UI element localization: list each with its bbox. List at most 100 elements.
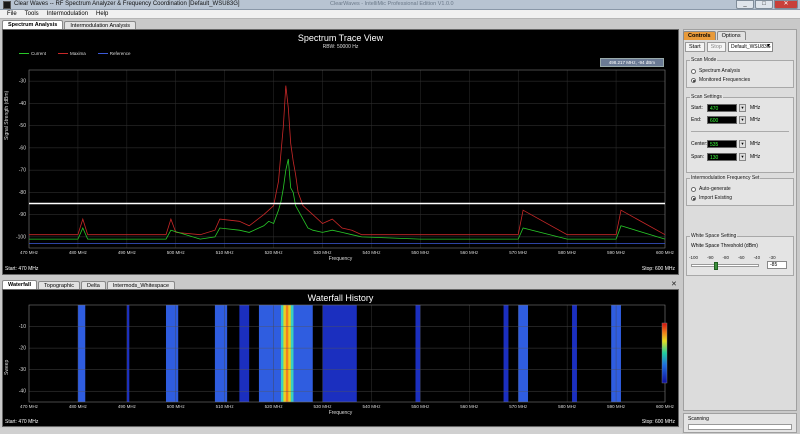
chevron-down-icon[interactable]: ▼ <box>739 140 746 148</box>
maximize-button[interactable]: □ <box>755 0 773 9</box>
series-maxima-line <box>29 85 666 236</box>
close-button[interactable]: ✕ <box>774 0 798 9</box>
waterfall-band <box>288 305 292 402</box>
y-tick-label: -10 <box>19 324 26 330</box>
menu-intermodulation[interactable]: Intermodulation <box>43 10 92 18</box>
close-panel-icon[interactable]: ✕ <box>671 280 677 288</box>
scanning-progress-bar <box>688 424 792 430</box>
radio-auto-generate-label: Auto-generate <box>699 186 731 192</box>
radio-monitored-frequencies[interactable]: Monitored Frequencies <box>691 77 750 83</box>
tab-intermods-whitespace[interactable]: Intermods_Whitespace <box>106 281 176 289</box>
white-space-scale: -100 -90 -80 -60 -40 -30 <box>689 255 776 260</box>
app-icon <box>3 1 11 9</box>
menu-tools[interactable]: Tools <box>21 10 43 18</box>
radio-spectrum-analysis-label: Spectrum Analysis <box>699 68 741 74</box>
chevron-down-icon[interactable]: ▼ <box>739 104 746 112</box>
end-freq-input[interactable]: 600 <box>707 116 737 124</box>
radio-import-existing[interactable]: Import Existing <box>691 195 732 201</box>
x-tick-label: 570 MHz <box>509 404 528 409</box>
main-tabstrip: Spectrum Analysis Intermodulation Analys… <box>2 19 137 29</box>
white-space-value-input[interactable]: -85 <box>767 261 787 269</box>
tab-delta[interactable]: Delta <box>81 281 106 289</box>
spectrum-plot[interactable]: -30 -40 -50 -60 -70 -80 -90 -100 470 MHz 480 MHz 4… <box>3 30 678 274</box>
y-tick-label: -30 <box>19 367 26 373</box>
divider <box>691 131 789 132</box>
minimize-button[interactable]: _ <box>736 0 754 9</box>
scale-tick: -30 <box>769 255 776 260</box>
scan-control-row: Start Stop Default_WSU83G ▼ <box>685 42 773 52</box>
waterfall-band <box>415 305 421 402</box>
scale-tick: -40 <box>753 255 761 260</box>
slider-handle[interactable] <box>714 262 718 270</box>
white-space-group: White Space Setting White Space Threshol… <box>686 233 794 276</box>
white-space-threshold-label: White Space Threshold (dBm) <box>691 243 758 249</box>
series-current-line <box>29 158 666 240</box>
y-tick-label: -40 <box>19 389 26 395</box>
center-freq-label: Center: <box>691 141 708 147</box>
start-freq-input[interactable]: 470 <box>707 104 737 112</box>
radio-auto-generate[interactable]: Auto-generate <box>691 186 731 192</box>
radio-icon <box>691 186 696 192</box>
start-freq-unit: MHz <box>750 105 761 111</box>
x-tick-label: 520 MHz <box>265 404 284 409</box>
span-input[interactable]: 130 <box>707 153 737 161</box>
tab-controls[interactable]: Controls <box>683 31 716 40</box>
chevron-down-icon[interactable]: ▼ <box>739 153 746 161</box>
tab-options[interactable]: Options <box>716 31 746 40</box>
waterfall-band <box>280 305 284 402</box>
window-subtitle: ClearWaves - IntelliMic Professional Edi… <box>330 1 454 7</box>
x-tick-label: 580 MHz <box>558 404 577 409</box>
x-tick-label: 600 MHz <box>656 250 675 255</box>
waterfall-stop: Stop: 600 MHz <box>641 419 675 425</box>
scan-mode-title: Scan Mode <box>690 57 718 63</box>
x-tick-label: 540 MHz <box>362 404 381 409</box>
menu-file[interactable]: File <box>3 10 21 18</box>
waterfall-plot[interactable]: -40 -30 -20 -10 470 MHz 480 MHz 490 MHz 500 MHz… <box>3 290 678 426</box>
x-tick-label: 580 MHz <box>558 250 577 255</box>
center-freq-input[interactable]: 535 <box>707 140 737 148</box>
chevron-down-icon[interactable]: ▼ <box>739 116 746 124</box>
y-tick-label: -40 <box>19 101 26 107</box>
end-freq-unit: MHz <box>750 117 761 123</box>
span-field: Span: 130 ▼ MHz <box>691 153 760 161</box>
scanning-label: Scanning <box>688 416 709 422</box>
start-button[interactable]: Start <box>685 42 705 52</box>
waterfall-band <box>285 305 289 402</box>
x-tick-label: 500 MHz <box>167 250 186 255</box>
tab-topographic[interactable]: Topographic <box>38 281 80 289</box>
spectrum-trace-panel[interactable]: Spectrum Trace View RBW: 50000 Hz Curren… <box>2 29 679 275</box>
radio-monitored-frequencies-label: Monitored Frequencies <box>699 77 751 83</box>
scale-tick: -90 <box>707 255 714 260</box>
waterfall-band <box>572 305 577 402</box>
center-freq-unit: MHz <box>750 141 761 147</box>
y-tick-label: -80 <box>19 190 26 196</box>
spectrum-start: Start: 470 MHz <box>5 266 39 272</box>
right-tabstrip: Controls Options <box>683 31 747 40</box>
radio-icon <box>691 68 696 74</box>
tab-intermodulation-analysis[interactable]: Intermodulation Analysis <box>64 21 136 29</box>
waterfall-start: Start: 470 MHz <box>5 419 39 425</box>
x-tick-label: 550 MHz <box>411 250 430 255</box>
waterfall-panel[interactable]: Waterfall History Sweep -40 -30 -20 -10 470 … <box>2 289 679 427</box>
y-tick-label: -100 <box>16 234 26 240</box>
scanning-status: Scanning <box>683 413 797 433</box>
menu-help[interactable]: Help <box>92 10 112 18</box>
x-tick-label: 470 MHz <box>20 404 39 409</box>
window-title: Clear Waves -- RF Spectrum Analyzer & Fr… <box>14 1 240 7</box>
span-unit: MHz <box>750 154 761 160</box>
center-freq-field: Center: 535 ▼ MHz <box>691 140 760 148</box>
intermod-set-group: Intermodulation Frequency Set Auto-gener… <box>686 175 794 206</box>
tab-spectrum-analysis[interactable]: Spectrum Analysis <box>2 20 64 29</box>
tab-waterfall[interactable]: Waterfall <box>2 280 38 289</box>
x-tick-label: 510 MHz <box>216 250 235 255</box>
menu-bar: File Tools Intermodulation Help <box>0 10 800 19</box>
x-tick-label: 600 MHz <box>656 404 675 409</box>
white-space-slider[interactable] <box>691 262 759 270</box>
start-freq-field: Start: 470 ▼ MHz <box>691 104 760 112</box>
stop-button[interactable]: Stop <box>706 42 726 52</box>
profile-select[interactable]: Default_WSU83G ▼ <box>727 42 773 52</box>
x-tick-label: 510 MHz <box>216 404 235 409</box>
x-tick-label: 500 MHz <box>167 404 186 409</box>
radio-spectrum-analysis[interactable]: Spectrum Analysis <box>691 68 740 74</box>
x-tick-label: 590 MHz <box>607 250 626 255</box>
